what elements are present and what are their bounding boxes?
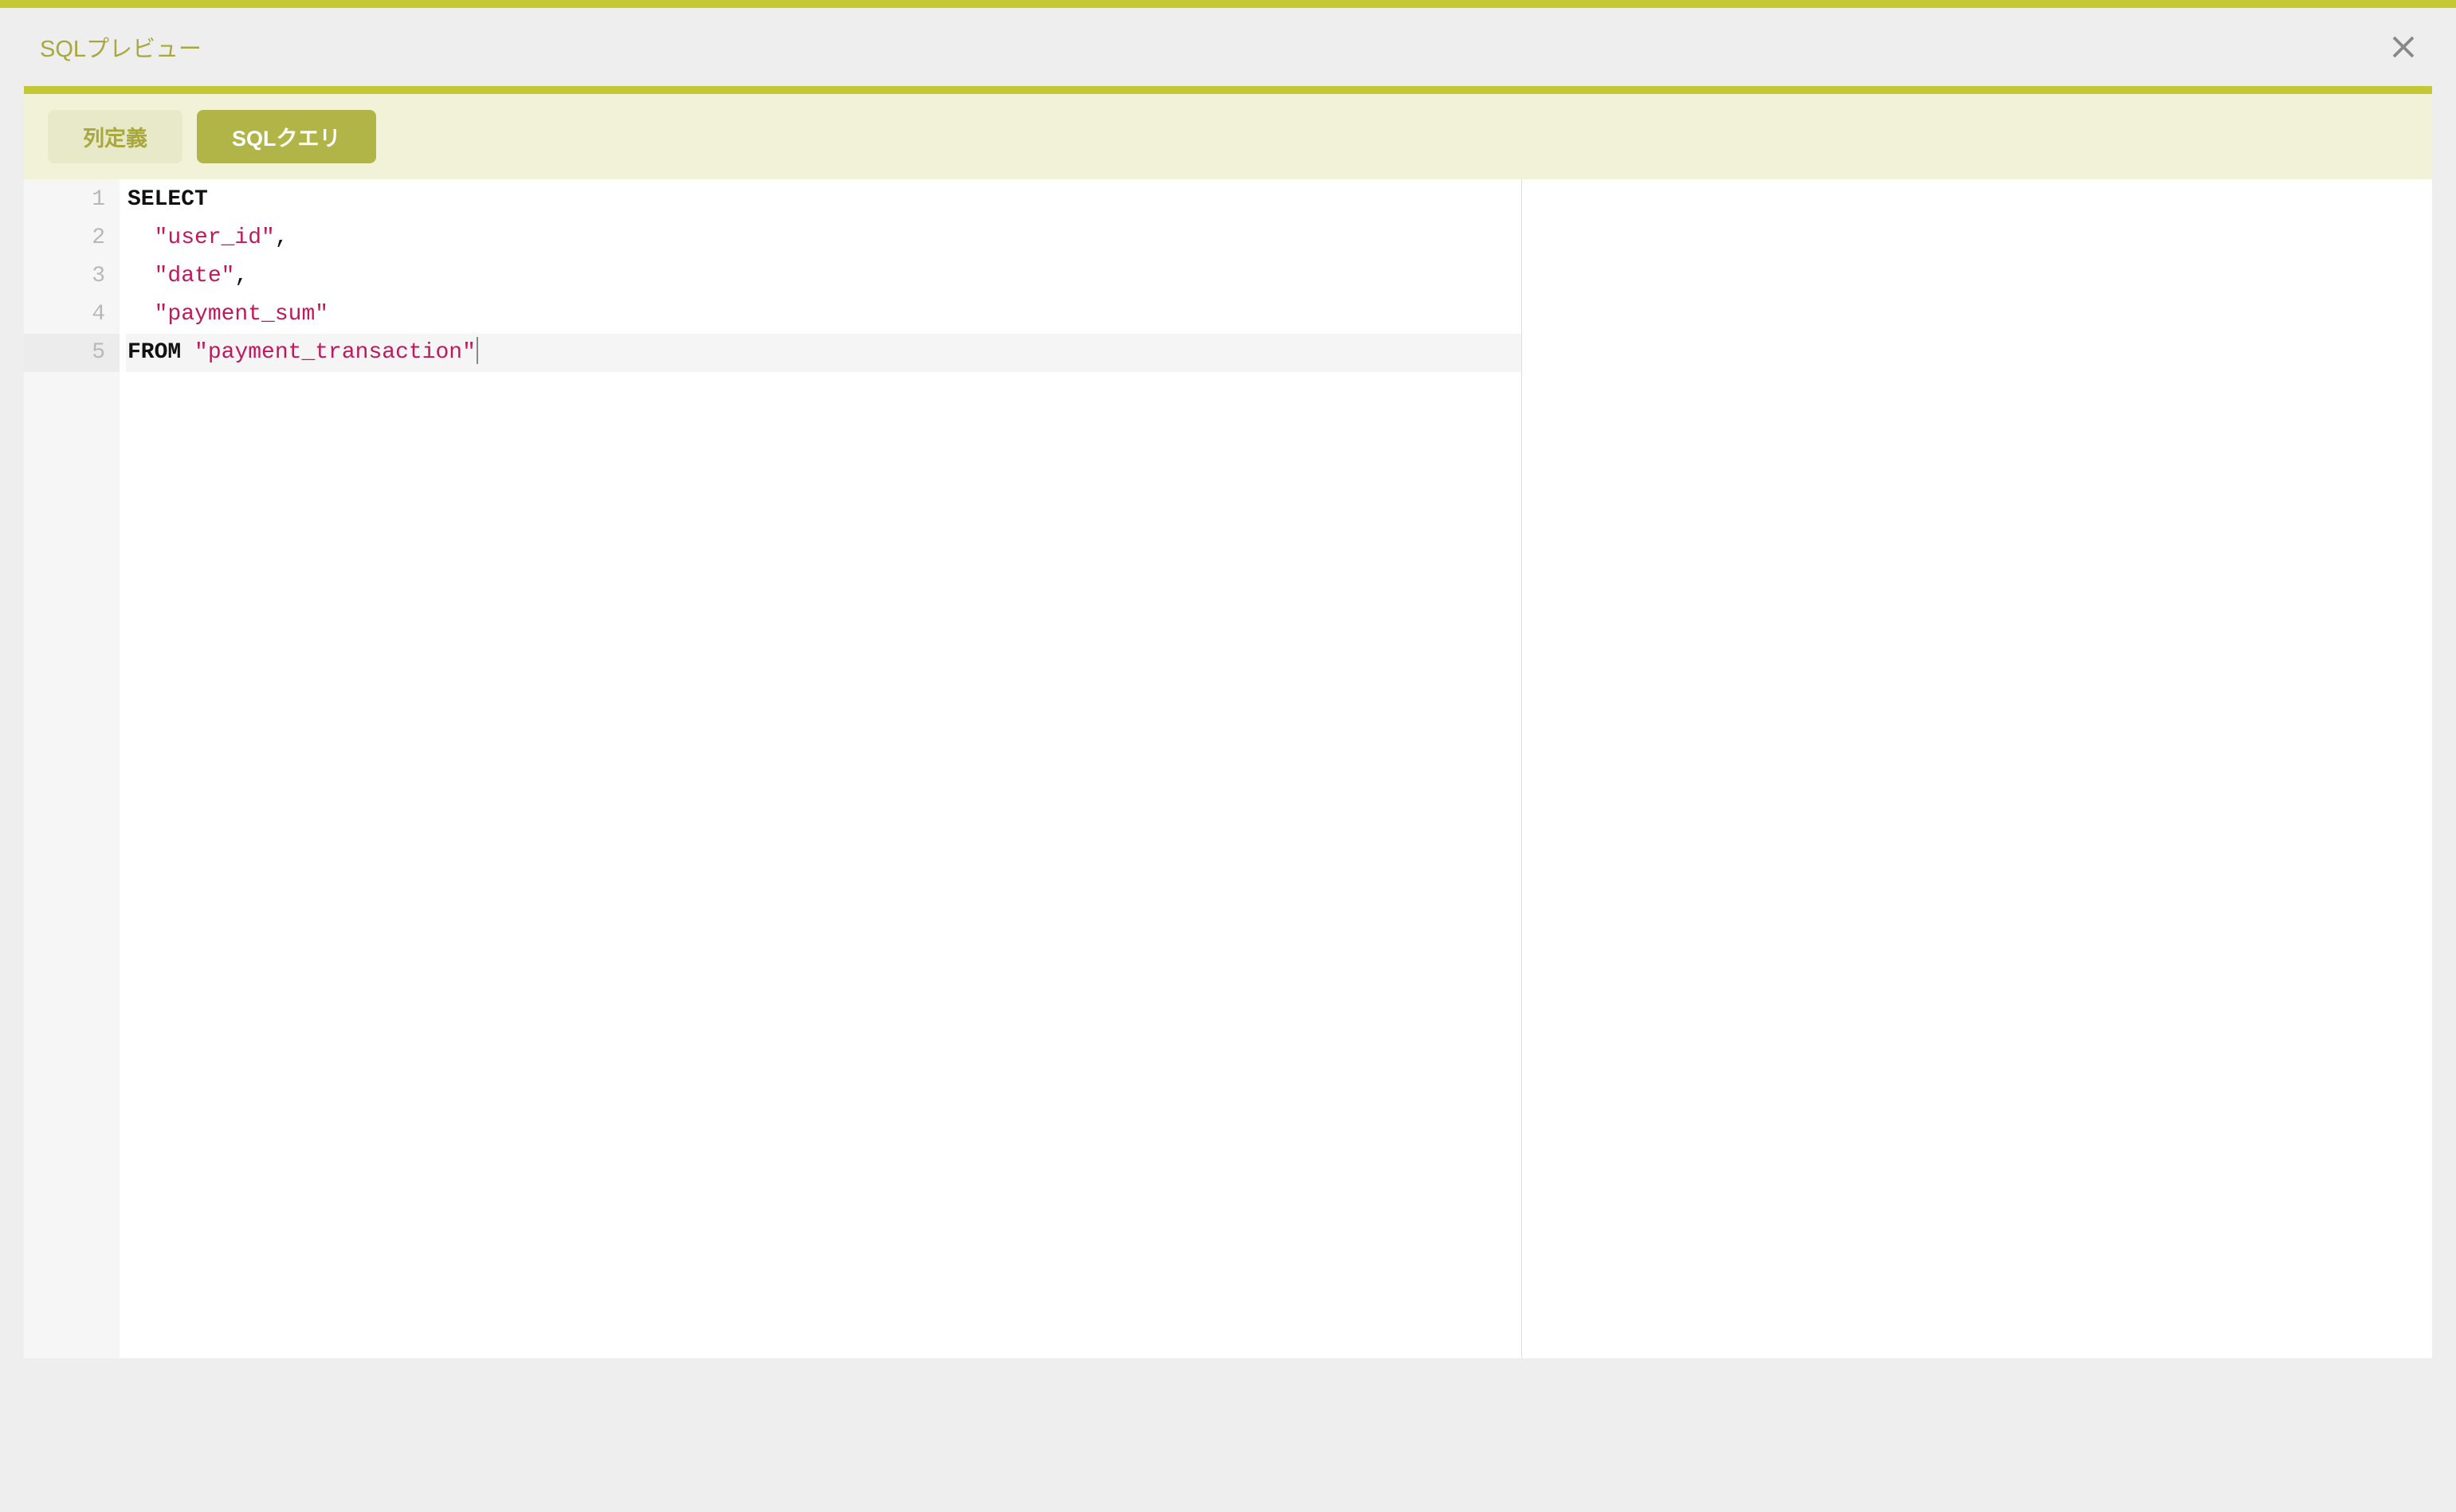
- editor-right-pane: [1522, 179, 2432, 1358]
- close-icon: [2389, 33, 2418, 61]
- text-cursor: [477, 337, 478, 364]
- editor-gutter: 12345: [24, 179, 120, 1358]
- code-token: [128, 302, 155, 327]
- code-line[interactable]: SELECT: [126, 181, 1521, 219]
- code-token: [181, 340, 194, 365]
- code-line[interactable]: FROM "payment_transaction": [126, 334, 1521, 372]
- line-number: 1: [24, 181, 105, 219]
- code-token: ,: [275, 225, 288, 250]
- top-accent-bar: [0, 0, 2456, 8]
- sql-editor[interactable]: SELECT "user_id", "date", "payment_sum" F…: [120, 179, 1521, 1358]
- code-line[interactable]: "payment_sum": [126, 296, 1521, 334]
- code-line[interactable]: "user_id",: [126, 219, 1521, 257]
- code-token: "payment_sum": [155, 302, 328, 327]
- code-token: SELECT: [128, 187, 208, 212]
- code-token: [128, 264, 155, 288]
- code-token: "payment_transaction": [194, 340, 476, 365]
- code-token: "user_id": [155, 225, 275, 250]
- header: SQLプレビュー: [0, 8, 2456, 86]
- line-number: 2: [24, 219, 105, 257]
- line-number: 3: [24, 257, 105, 296]
- line-number: 4: [24, 296, 105, 334]
- code-token: ,: [234, 264, 248, 288]
- tab-bar: 列定義 SQLクエリ: [24, 94, 2432, 179]
- editor-container: 12345 SELECT "user_id", "date", "payment…: [24, 179, 2432, 1358]
- editor-left-pane: 12345 SELECT "user_id", "date", "payment…: [24, 179, 1522, 1358]
- tab-sql-query[interactable]: SQLクエリ: [197, 110, 376, 163]
- close-button[interactable]: [2389, 33, 2418, 61]
- page-title: SQLプレビュー: [40, 30, 202, 64]
- code-token: "date": [155, 264, 235, 288]
- line-number: 5: [24, 334, 120, 372]
- main-panel: 列定義 SQLクエリ 12345 SELECT "user_id", "date…: [24, 86, 2432, 1358]
- tab-column-definition[interactable]: 列定義: [48, 110, 182, 163]
- code-token: FROM: [128, 340, 181, 365]
- code-token: [128, 225, 155, 250]
- code-line[interactable]: "date",: [126, 257, 1521, 296]
